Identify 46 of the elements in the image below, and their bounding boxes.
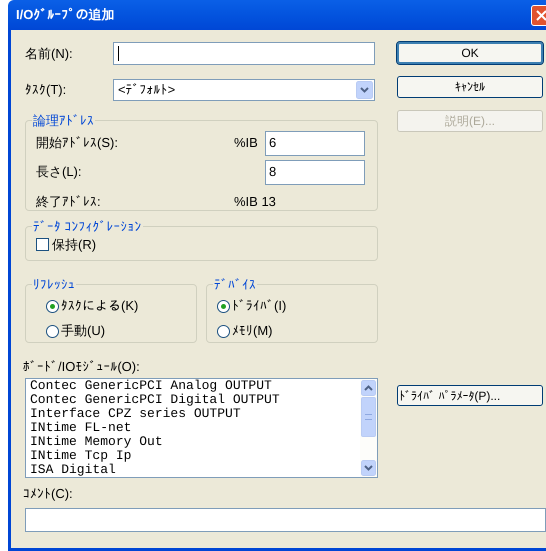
comment-field[interactable] bbox=[25, 508, 546, 532]
radio-button[interactable] bbox=[46, 324, 59, 338]
close-icon bbox=[536, 10, 546, 20]
radio-label: 手動(U) bbox=[61, 322, 106, 340]
group-title: ﾃﾞﾊﾞｲｽ bbox=[213, 276, 257, 294]
group-title: ﾘﾌﾚｯｼｭ bbox=[32, 276, 76, 294]
window-title: I/Oｸﾞﾙｰﾌﾟの追加 bbox=[16, 6, 114, 24]
radio-label: ﾒﾓﾘ(M) bbox=[232, 322, 272, 340]
scroll-down-icon[interactable] bbox=[361, 460, 376, 476]
address-prefix: %IB bbox=[234, 134, 259, 152]
task-label: ﾀｽｸ(T): bbox=[25, 81, 68, 100]
checkbox-label: 保持(R) bbox=[52, 236, 96, 254]
comment-label: ｺﾒﾝﾄ(C): bbox=[23, 486, 74, 502]
group-title: ﾃﾞｰﾀ ｺﾝﾌｨｸﾞﾚｰｼｮﾝ bbox=[32, 218, 143, 236]
radio-button[interactable] bbox=[217, 324, 230, 338]
list-item[interactable]: Contec GenericPCI Digital OUTPUT bbox=[30, 393, 360, 407]
length-label: 長さ(L): bbox=[36, 163, 82, 182]
radio-label: ﾀｽｸによる(K) bbox=[61, 297, 138, 316]
radio-button[interactable] bbox=[217, 300, 230, 312]
checkbox[interactable] bbox=[36, 238, 49, 251]
close-button[interactable] bbox=[531, 4, 546, 26]
radio-button[interactable] bbox=[46, 300, 59, 312]
list-item[interactable]: ISA Digital bbox=[30, 463, 360, 477]
list-item[interactable]: INtime FL-net bbox=[30, 421, 360, 435]
start-address-field[interactable]: 6 bbox=[265, 130, 365, 156]
module-list[interactable]: Contec GenericPCI Analog OUTPUT Contec GenericPCI Digital OUTPUT Interface CPZ series OUTPUT INtime FL-net INtime Memory Out INtime Tcp Ip ISA Digital bbox=[25, 378, 378, 478]
dialog-button[interactable]: ｷｬﾝｾﾙ bbox=[397, 76, 543, 98]
name-label: 名前(N): bbox=[25, 44, 74, 63]
list-item[interactable]: INtime Memory Out bbox=[30, 435, 360, 449]
group-title: 論理ｱﾄﾞﾚｽ bbox=[32, 112, 95, 130]
name-field[interactable] bbox=[113, 42, 375, 65]
list-item[interactable]: Contec GenericPCI Analog OUTPUT bbox=[30, 379, 360, 393]
list-item[interactable]: Interface CPZ series OUTPUT bbox=[30, 407, 360, 421]
task-dropdown[interactable]: <ﾃﾞﾌｫﾙﾄ> bbox=[113, 79, 375, 101]
driver-parameters-button[interactable]: ﾄﾞﾗｲﾊﾞ ﾊﾟﾗﾒｰﾀ(P)... bbox=[397, 385, 543, 406]
start-address-label: 開始ｱﾄﾞﾚｽ(S): bbox=[36, 134, 119, 152]
radio-label: ﾄﾞﾗｲﾊﾞ(I) bbox=[232, 297, 286, 316]
scrollbar[interactable] bbox=[360, 379, 377, 477]
list-item[interactable]: INtime Tcp Ip bbox=[30, 449, 360, 463]
modules-label: ﾎﾞｰﾄﾞ/IOﾓｼﾞｭｰﾙ(O): bbox=[23, 359, 141, 375]
scroll-up-icon[interactable] bbox=[361, 380, 376, 396]
end-address-value: %IB 13 bbox=[234, 192, 276, 211]
scroll-thumb[interactable] bbox=[361, 397, 376, 437]
length-field[interactable]: 8 bbox=[265, 160, 365, 184]
dialog-button[interactable]: OK bbox=[397, 42, 543, 64]
end-address-label: 終了ｱﾄﾞﾚｽ: bbox=[36, 192, 102, 211]
